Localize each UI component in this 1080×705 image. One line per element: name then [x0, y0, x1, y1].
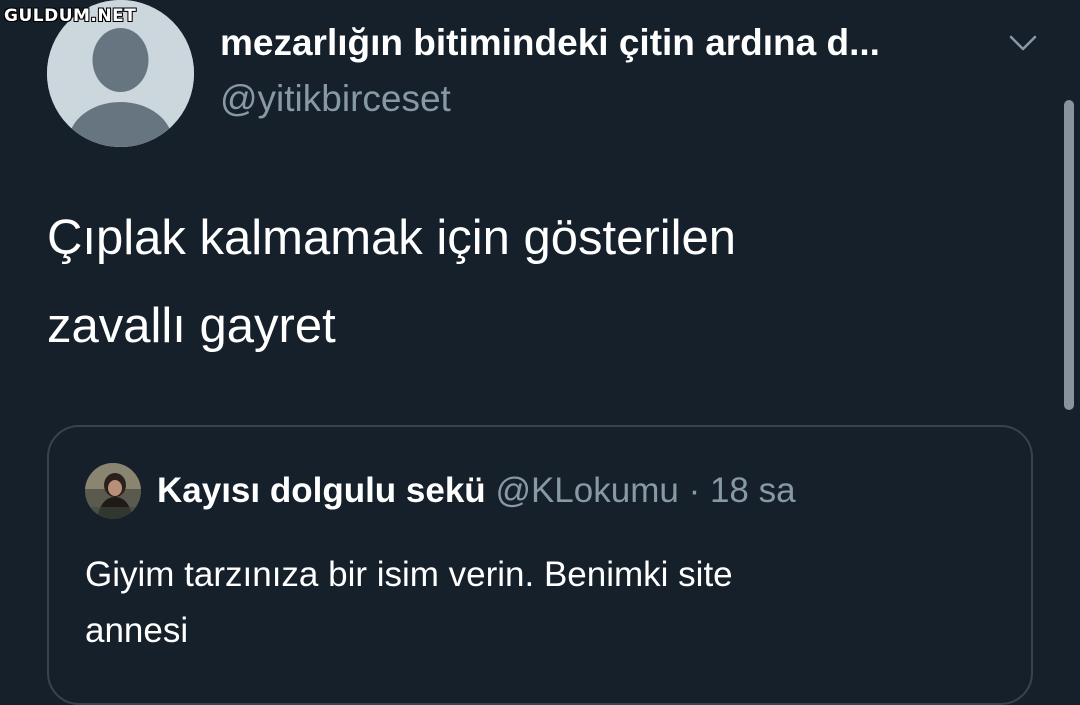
- quoted-tweet-card[interactable]: Kayısı dolgulu sekü @KLokumu · 18 sa Giy…: [47, 425, 1033, 705]
- tweet-text-line: Çıplak kalmamak için gösterilen: [47, 211, 736, 265]
- quoted-tweet-text: Giyim tarzınıza bir isim verin. Benimki …: [85, 547, 985, 659]
- user-photo-avatar: [85, 463, 141, 519]
- quoted-author-handle[interactable]: @KLokumu: [495, 471, 678, 510]
- tweet-text: Çıplak kalmamak için gösterilen zavallı …: [47, 194, 1007, 370]
- quoted-text-line: annesi: [85, 611, 189, 650]
- quoted-tweet-header: Kayısı dolgulu sekü @KLokumu · 18 sa: [157, 471, 796, 511]
- tweet-text-line: zavallı gayret: [47, 299, 336, 353]
- author-display-name[interactable]: mezarlığın bitimindeki çitin ardına d...: [220, 22, 990, 64]
- meta-separator: ·: [688, 471, 701, 510]
- quoted-tweet-time[interactable]: 18 sa: [710, 471, 796, 510]
- chevron-down-icon[interactable]: [1005, 30, 1041, 56]
- quoted-text-line: Giyim tarzınıza bir isim verin. Benimki …: [85, 555, 733, 594]
- scrollbar[interactable]: [1064, 100, 1074, 410]
- author-handle[interactable]: @yitikbirceset: [220, 78, 451, 120]
- watermark-logo: GULDUM.NET: [4, 6, 137, 26]
- quoted-author-avatar[interactable]: [85, 463, 141, 519]
- quoted-author-name[interactable]: Kayısı dolgulu sekü: [157, 471, 486, 510]
